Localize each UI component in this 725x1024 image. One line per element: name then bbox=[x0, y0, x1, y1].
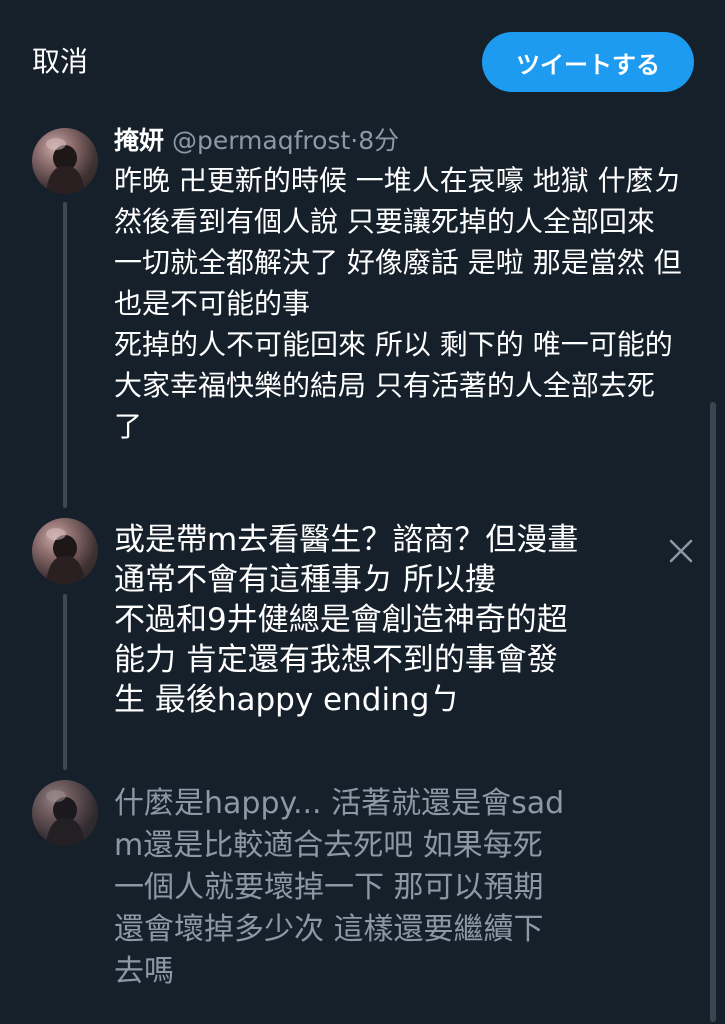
avatar bbox=[32, 128, 98, 194]
thread-connector-line bbox=[63, 594, 67, 770]
author-handle: @permaqfrost bbox=[171, 126, 351, 155]
draft-tweet-input[interactable]: 什麼是happy... 活著就還是會sad m還是比較適合去死吧 如果每死 一個… bbox=[114, 783, 564, 993]
scrollbar[interactable] bbox=[710, 402, 716, 1022]
tweet-text-line: 不過和9井健總是會創造神奇的超 bbox=[114, 602, 568, 638]
tweet-text-line: 通常不會有這種事ㄉ 所以摟 bbox=[114, 562, 496, 598]
original-tweet-text: 昨晚 卍更新的時候 一堆人在哀嚎 地獄 什麼ㄉ 然後看到有個人說 只要讓死掉的人… bbox=[114, 160, 682, 447]
tweet-text-line: 生 最後happy endingㄅ bbox=[114, 682, 461, 718]
avatar-image bbox=[46, 790, 85, 846]
thread-connector-line bbox=[63, 202, 67, 508]
tweet-text-line: 大家幸福快樂的結局 只有活著的人全部去死 bbox=[114, 369, 655, 402]
tweet-text-line: 死掉的人不可能回來 所以 剩下的 唯一可能的 bbox=[114, 328, 673, 361]
avatar bbox=[32, 780, 98, 846]
avatar bbox=[32, 518, 98, 584]
tweet-text-line: 了 bbox=[114, 410, 143, 443]
tweet-button[interactable]: ツイートする bbox=[482, 32, 694, 92]
tweet-text-line: m還是比較適合去死吧 如果每死 bbox=[114, 828, 543, 863]
tweet-text-line: 然後看到有個人說 只要讓死掉的人全部回來 bbox=[114, 205, 655, 238]
tweet-text-line: 也是不可能的事 bbox=[114, 287, 311, 320]
tweet-text-line: 什麼是happy... 活著就還是會sad bbox=[114, 786, 565, 821]
tweet-text-line: 昨晚 卍更新的時候 一堆人在哀嚎 地獄 什麼ㄉ bbox=[114, 164, 682, 197]
tweet-text-line: 還會壞掉多少次 這樣還要繼續下 bbox=[114, 912, 544, 947]
cancel-button[interactable]: 取消 bbox=[32, 40, 88, 84]
draft-tweet-input[interactable]: 或是帶m去看醫生？諮商？但漫畫 通常不會有這種事ㄉ 所以摟 不過和9井健總是會創… bbox=[114, 520, 578, 720]
tweet-text-line: 或是帶m去看醫生？諮商？但漫畫 bbox=[114, 522, 579, 558]
tweet-text-line: 能力 肯定還有我想不到的事會發 bbox=[114, 642, 558, 678]
tweet-text-line: 一個人就要壞掉一下 那可以預期 bbox=[114, 870, 544, 905]
tweet-header: 掩妍 @permaqfrost·8分 bbox=[114, 124, 399, 158]
avatar-image bbox=[46, 138, 85, 194]
tweet-text-line: 去嗎 bbox=[114, 954, 174, 989]
author-name: 掩妍 bbox=[114, 126, 165, 155]
tweet-text-line: 一切就全都解決了 好像廢話 是啦 那是當然 但 bbox=[114, 246, 682, 279]
compose-thread-screen: 取消 ツイートする 掩妍 @permaqfrost·8分 昨晚 卍更新的時候 一… bbox=[0, 0, 725, 1024]
close-icon[interactable] bbox=[666, 536, 696, 566]
tweet-time: 8分 bbox=[358, 126, 400, 155]
avatar-image bbox=[46, 528, 85, 584]
